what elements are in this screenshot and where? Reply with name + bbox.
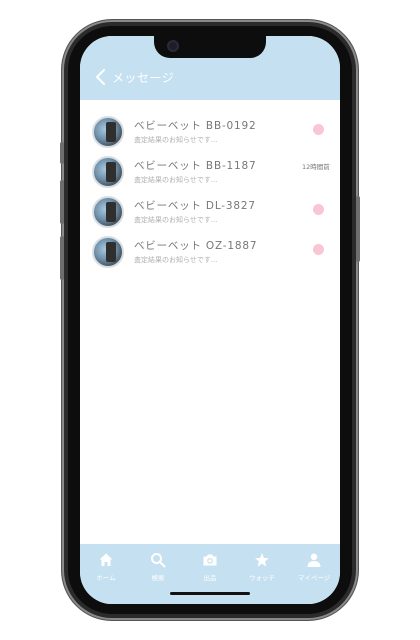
chevron-left-icon[interactable]: [94, 68, 108, 86]
volume-up-button: [60, 180, 64, 224]
star-icon: [255, 553, 269, 567]
message-preview: 査定結果のお知らせです...: [134, 216, 218, 224]
avatar: [92, 236, 124, 268]
nav-label: ホーム: [96, 574, 116, 582]
message-item[interactable]: ベビーベット DL-3827 査定結果のお知らせです...: [80, 194, 340, 234]
mute-switch: [60, 142, 64, 164]
message-item[interactable]: ベビーベット BB-0192 査定結果のお知らせです...: [80, 114, 340, 154]
nav-label: ウォッチ: [249, 574, 275, 582]
person-icon: [307, 553, 321, 567]
message-name: ベビーベット BB-0192: [134, 120, 257, 132]
nav-search[interactable]: 検索: [132, 544, 184, 604]
message-preview: 査定結果のお知らせです...: [134, 136, 218, 144]
avatar: [92, 196, 124, 228]
nav-label: 出品: [203, 574, 217, 582]
unread-badge: [313, 204, 324, 215]
nav-home[interactable]: ホーム: [80, 544, 132, 604]
notch: [154, 36, 266, 58]
message-preview: 査定結果のお知らせです...: [134, 256, 218, 264]
avatar: [92, 156, 124, 188]
nav-watch[interactable]: ウォッチ: [236, 544, 288, 604]
nav-label: 検索: [151, 574, 165, 582]
message-name: ベビーベット OZ-1887: [134, 240, 258, 252]
front-camera-icon: [167, 40, 179, 52]
message-item[interactable]: ベビーベット BB-1187 査定結果のお知らせです... 12時間前: [80, 154, 340, 194]
unread-badge: [313, 124, 324, 135]
message-preview: 査定結果のお知らせです...: [134, 176, 218, 184]
nav-label: マイページ: [297, 574, 331, 582]
message-timestamp: 12時間前: [302, 163, 330, 171]
page-title: メッセージ: [112, 71, 175, 85]
unread-badge: [313, 244, 324, 255]
volume-down-button: [60, 236, 64, 280]
home-indicator[interactable]: [170, 592, 250, 595]
home-icon: [99, 553, 113, 566]
app-screen: メッセージ ベビーベット BB-0192 査定結果のお知らせです... ベビーベ…: [80, 36, 340, 604]
search-icon: [151, 553, 166, 568]
nav-mypage[interactable]: マイページ: [288, 544, 340, 604]
message-name: ベビーベット BB-1187: [134, 160, 257, 172]
message-name: ベビーベット DL-3827: [134, 200, 256, 212]
message-item[interactable]: ベビーベット OZ-1887 査定結果のお知らせです...: [80, 234, 340, 274]
power-button: [356, 196, 360, 262]
nav-listing[interactable]: 出品: [184, 544, 236, 604]
message-list: ベビーベット BB-0192 査定結果のお知らせです... ベビーベット BB-…: [80, 114, 340, 274]
avatar: [92, 116, 124, 148]
bottom-nav: ホーム 検索 出品 ウォッチ マイページ: [80, 544, 340, 604]
camera-icon: [203, 554, 217, 566]
